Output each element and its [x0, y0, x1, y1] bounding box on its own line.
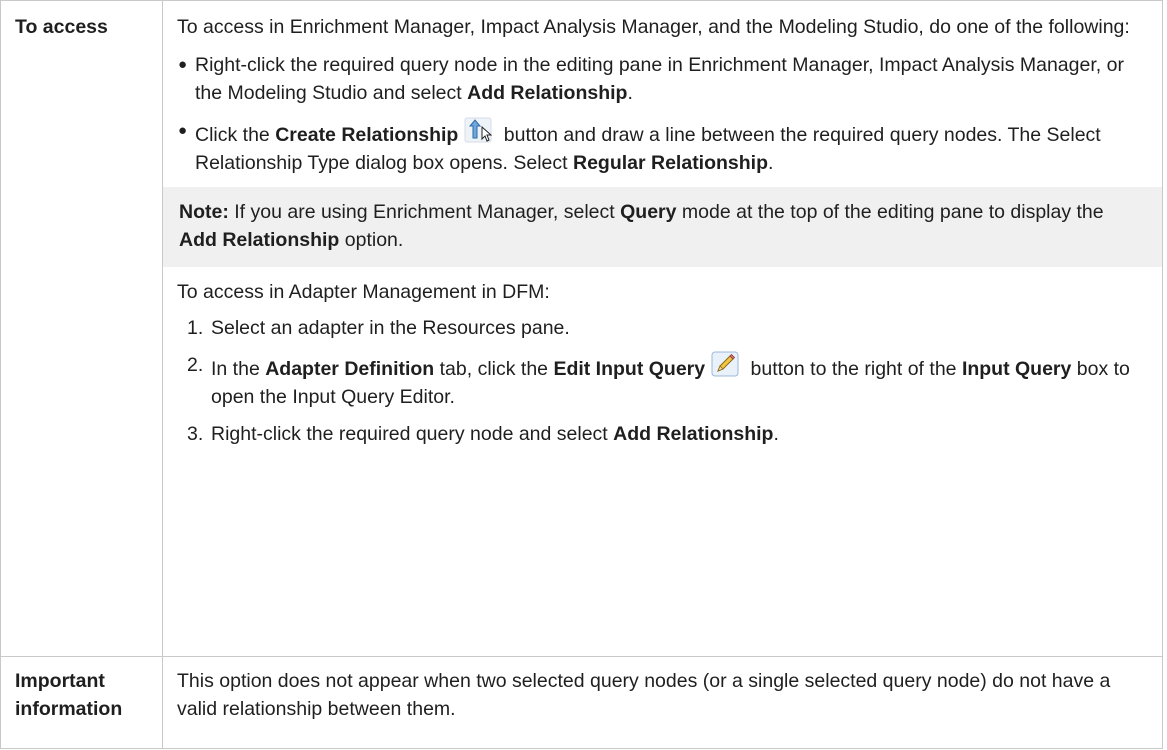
dfm-steps-list: 1. Select an adapter in the Resources pa… [177, 314, 1144, 448]
list-item: ● Click the Create Relationship button a… [177, 117, 1144, 177]
row-content: To access in Enrichment Manager, Impact … [162, 0, 1163, 657]
intro-text: To access in Enrichment Manager, Impact … [177, 16, 1130, 38]
list-item: 1. Select an adapter in the Resources pa… [187, 317, 570, 339]
info-table: To access To access in Enrichment Manage… [0, 0, 1163, 749]
dfm-intro-text: To access in Adapter Management in DFM: [177, 281, 550, 303]
row-content: This option does not appear when two sel… [162, 656, 1163, 749]
list-item: 3. Right-click the required query node a… [187, 423, 779, 445]
create-relationship-icon [464, 117, 493, 143]
row-label: To access [0, 0, 163, 657]
note-box: Note: If you are using Enrichment Manage… [163, 187, 1162, 267]
list-item: ● Right-click the required query node in… [177, 51, 1144, 107]
pencil-edit-icon [711, 351, 739, 377]
bullet-icon: ● [178, 122, 188, 139]
list-item: 2. In the Adapter Definition tab, click … [187, 351, 1144, 411]
row-label: Important information [0, 656, 163, 749]
table-row-to-access: To access To access in Enrichment Manage… [0, 0, 1163, 657]
access-options-list: ● Right-click the required query node in… [177, 51, 1144, 177]
table-row-important-information: Important information This option does n… [0, 656, 1163, 749]
bullet-icon: ● [178, 56, 188, 73]
